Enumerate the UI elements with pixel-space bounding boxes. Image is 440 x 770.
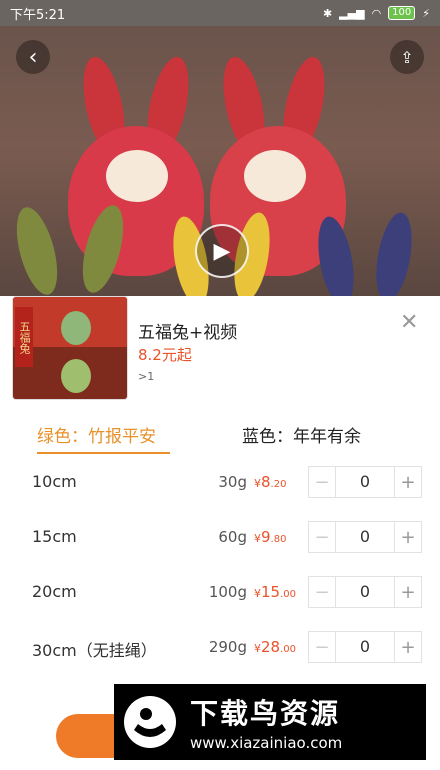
bunny-thumb-icon (61, 311, 91, 345)
variant-price: ¥9.80 (254, 528, 286, 546)
quantity-value[interactable]: 0 (336, 522, 394, 552)
price-integer: 8 (261, 473, 271, 491)
price-decimal: .00 (280, 589, 296, 600)
variant-weight: 60g (218, 528, 247, 546)
active-tab-indicator (37, 452, 170, 454)
watermark-title: 下载鸟资源 (190, 697, 341, 730)
yen-symbol: ¥ (254, 477, 261, 490)
wifi-icon: ◠ (371, 6, 382, 20)
bunny-face (106, 150, 168, 202)
play-video-button[interactable]: ▶ (195, 224, 249, 278)
back-button[interactable]: ‹ (16, 40, 50, 74)
variant-row: 20cm 100g ¥15.00 − 0 + (0, 576, 440, 610)
variant-size: 15cm (32, 527, 77, 546)
price-decimal: .80 (270, 534, 287, 545)
decrement-button[interactable]: − (309, 577, 336, 607)
product-hero-image[interactable]: ‹ ⇪ ▶ (0, 26, 440, 296)
product-name: 五福兔+视频 (138, 323, 238, 343)
price-integer: 9 (261, 528, 271, 546)
price-decimal: .00 (280, 644, 296, 655)
product-thumbnail: 五福兔 (12, 296, 128, 400)
quantity-value[interactable]: 0 (336, 467, 394, 497)
variant-row: 10cm 30g ¥8.20 − 0 + (0, 466, 440, 500)
charging-icon: ⚡ (422, 6, 430, 20)
yen-symbol: ¥ (254, 587, 261, 600)
tab-green[interactable]: 绿色：竹报平安 (37, 422, 156, 447)
close-icon: ✕ (400, 310, 419, 335)
bluetooth-icon: ✱ (322, 6, 333, 20)
status-icons: ✱ ▂▄▆ ◠ 100 ⚡ (323, 6, 430, 20)
variant-size: 30cm（无挂绳） (32, 641, 157, 660)
close-button[interactable]: ✕ (400, 310, 418, 335)
decrement-button[interactable]: − (309, 632, 336, 662)
share-button[interactable]: ⇪ (390, 40, 424, 74)
bird-logo-svg (124, 696, 176, 748)
quantity-stepper: − 0 + (308, 521, 422, 553)
price-integer: 28 (261, 638, 281, 656)
increment-button[interactable]: + (394, 577, 421, 607)
increment-button[interactable]: + (394, 632, 421, 662)
watermark-overlay: 下载鸟资源 www.xiazainiao.com (114, 684, 426, 760)
bunny-thumb-icon (61, 359, 91, 393)
bunny-ear (312, 213, 360, 296)
signal-icon: ▂▄▆ (339, 6, 365, 20)
price-decimal: .20 (270, 479, 287, 490)
variant-price: ¥8.20 (254, 473, 286, 491)
quantity-value[interactable]: 0 (336, 577, 394, 607)
status-bar: 下午5:21 ✱ ▂▄▆ ◠ 100 ⚡ (0, 0, 440, 26)
variant-size: 10cm (32, 472, 77, 491)
yen-symbol: ¥ (254, 532, 261, 545)
bird-logo-icon (122, 694, 178, 750)
decrement-button[interactable]: − (309, 522, 336, 552)
status-time: 下午5:21 (10, 7, 66, 23)
variant-price: ¥15.00 (254, 583, 296, 601)
variant-price: ¥28.00 (254, 638, 296, 656)
watermark-text: 下载鸟资源 www.xiazainiao.com (190, 692, 342, 752)
yen-symbol: ¥ (254, 642, 261, 655)
battery-icon: 100 (388, 6, 416, 20)
product-price: 8.2元起 (138, 346, 192, 364)
variant-size: 20cm (32, 582, 77, 601)
increment-button[interactable]: + (394, 467, 421, 497)
variant-weight: 290g (208, 638, 247, 656)
bunny-face (244, 150, 306, 202)
thumbnail-label: 五福兔 (15, 307, 33, 367)
quantity-value[interactable]: 0 (336, 632, 394, 662)
variant-weight: 100g (208, 583, 247, 601)
bunny-ear (370, 209, 418, 296)
variant-row: 30cm（无挂绳） 290g ¥28.00 − 0 + (0, 631, 440, 665)
variant-row: 15cm 60g ¥9.80 − 0 + (0, 521, 440, 555)
quantity-stepper: − 0 + (308, 576, 422, 608)
tab-blue[interactable]: 蓝色：年年有余 (242, 422, 361, 447)
quantity-stepper: − 0 + (308, 466, 422, 498)
minimum-order: >1 (138, 370, 155, 383)
price-integer: 15 (261, 583, 281, 601)
quantity-stepper: − 0 + (308, 631, 422, 663)
bunny-ear (8, 203, 66, 296)
variant-weight: 30g (218, 473, 247, 491)
increment-button[interactable]: + (394, 522, 421, 552)
decrement-button[interactable]: − (309, 467, 336, 497)
watermark-url: www.xiazainiao.com (190, 734, 343, 752)
